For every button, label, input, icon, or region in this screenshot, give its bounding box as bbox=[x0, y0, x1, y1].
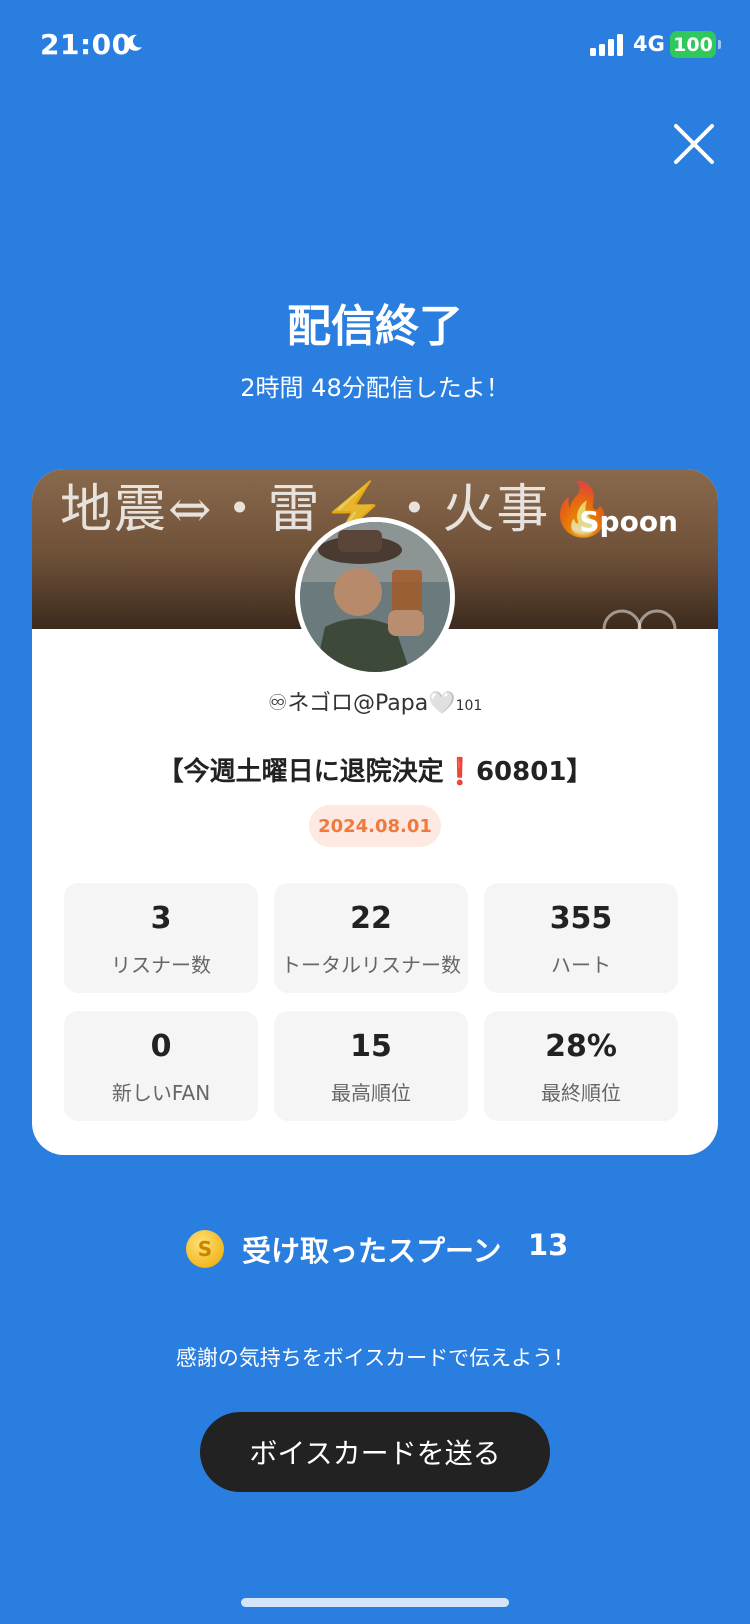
close-icon[interactable] bbox=[670, 120, 718, 168]
stat-final-rank: 28% 最終順位 bbox=[484, 1011, 678, 1121]
spoon-coin-icon: S bbox=[186, 1230, 224, 1268]
status-time: 21:00 bbox=[40, 28, 132, 61]
network-label: 4G bbox=[633, 32, 665, 56]
duration-subtitle: 2時間 48分配信したよ！ bbox=[240, 374, 510, 402]
page-title: 配信終了 bbox=[287, 301, 463, 352]
home-indicator[interactable] bbox=[241, 1598, 509, 1607]
stat-value: 355 bbox=[549, 901, 613, 936]
battery-tip bbox=[718, 40, 721, 49]
stat-label: 新しいFAN bbox=[111, 1081, 211, 1105]
avatar-image bbox=[300, 522, 450, 672]
stat-best-rank: 15 最高順位 bbox=[274, 1011, 468, 1121]
send-voice-card-button[interactable]: ボイスカードを送る bbox=[200, 1412, 550, 1492]
moon-icon bbox=[127, 34, 142, 51]
avatar bbox=[295, 517, 455, 677]
received-spoons: S 受け取ったスプーン 13 bbox=[0, 1226, 750, 1270]
stat-label: 最終順位 bbox=[541, 1081, 621, 1105]
spoon-logo: Spoon bbox=[579, 505, 678, 538]
spoon-count: 13 bbox=[528, 1228, 569, 1262]
stat-value: 22 bbox=[350, 901, 392, 936]
stream-title: 【今週土曜日に退院決定❗️60801】 bbox=[157, 757, 593, 787]
stat-value: 0 bbox=[150, 1029, 172, 1064]
broadcaster-name[interactable]: ♾ネゴロ@Papa🤍101 bbox=[32, 685, 718, 717]
spoon-label: 受け取ったスプーン bbox=[242, 1234, 502, 1268]
stat-label: ハート bbox=[551, 953, 611, 977]
stat-label: 最高順位 bbox=[331, 1081, 411, 1105]
stat-new-fans: 0 新しいFAN bbox=[64, 1011, 258, 1121]
stat-value: 3 bbox=[150, 901, 172, 936]
stat-total-listeners: 22 トータルリスナー数 bbox=[274, 883, 468, 993]
stat-label: トータルリスナー数 bbox=[281, 953, 461, 977]
signal-icon bbox=[590, 34, 623, 56]
username-text: ♾ネゴロ@Papa🤍 bbox=[267, 691, 456, 716]
stat-label: リスナー数 bbox=[111, 953, 211, 977]
stat-hearts: 355 ハート bbox=[484, 883, 678, 993]
stat-value: 15 bbox=[350, 1029, 392, 1064]
username-count: 101 bbox=[455, 698, 483, 714]
date-badge: 2024.08.01 bbox=[309, 805, 441, 847]
thanks-message: 感謝の気持ちをボイスカードで伝えよう！ bbox=[175, 1346, 575, 1370]
battery-indicator: 100 bbox=[670, 31, 716, 58]
banner-decoration bbox=[602, 609, 677, 629]
stat-value: 28% bbox=[545, 1029, 617, 1064]
broadcast-summary-card: 地震⇔・雷⚡・火事🔥 Spoon ♾ネゴロ@Papa🤍101 【今週土曜日に退院… bbox=[32, 469, 718, 1155]
status-bar: 21:00 4G 100 bbox=[0, 0, 750, 90]
stat-listeners: 3 リスナー数 bbox=[64, 883, 258, 993]
